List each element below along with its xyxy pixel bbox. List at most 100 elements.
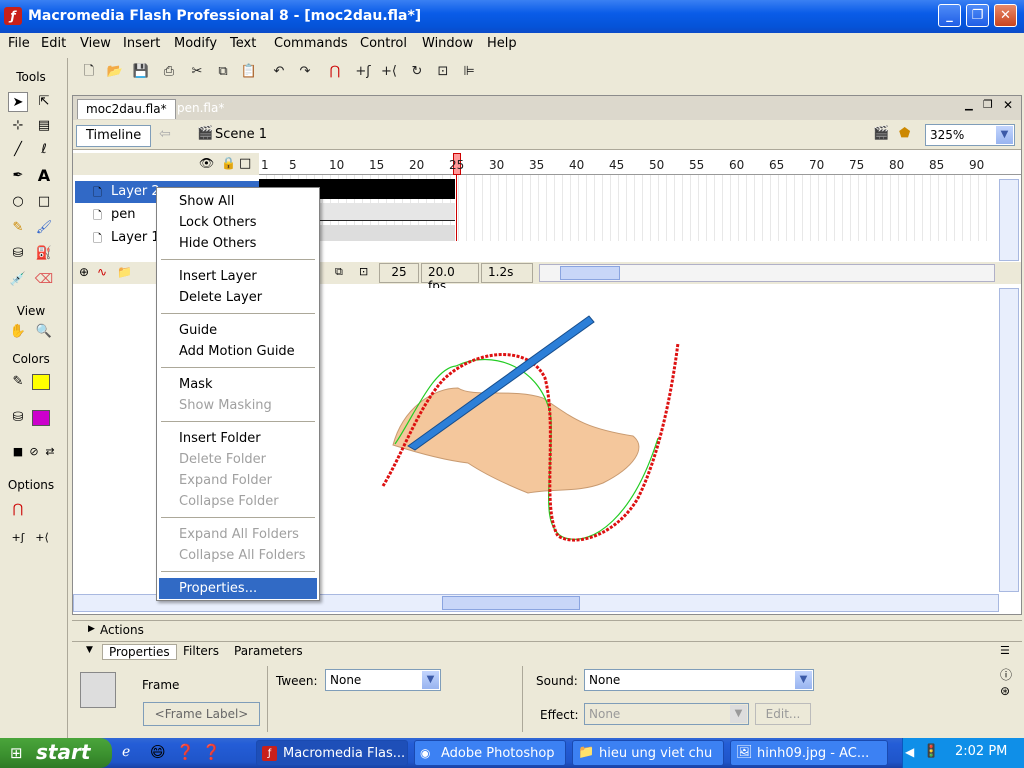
menu-mask[interactable]: Mask	[159, 374, 317, 395]
menu-text[interactable]: Text	[230, 36, 256, 51]
doc-close-icon[interactable]: ✕	[1003, 98, 1013, 112]
stage-vertical-scrollbar[interactable]	[999, 288, 1019, 592]
gradient-transform-icon[interactable]: ▤	[34, 116, 54, 136]
pencil-tool-icon[interactable]: ✎	[8, 218, 28, 238]
eyedropper-icon[interactable]: 💉	[8, 270, 28, 290]
menu-add-motion-guide[interactable]: Add Motion Guide	[159, 341, 317, 362]
lock-icon[interactable]: 🔒	[221, 156, 236, 170]
tween-select[interactable]: None ▼	[325, 669, 441, 691]
messenger-quicklaunch-icon[interactable]: 😄	[150, 743, 166, 761]
lasso-tool-icon[interactable]: ℓ	[34, 140, 54, 160]
frame-rate[interactable]: 20.0 fps	[421, 263, 479, 293]
task-flash[interactable]: Macromedia Flas...	[256, 740, 408, 766]
free-transform-icon[interactable]: ⊹	[8, 116, 28, 136]
scroll-thumb[interactable]	[442, 596, 580, 610]
zoom-tool-icon[interactable]: 🔍	[34, 322, 54, 342]
copy-icon[interactable]: ⧉	[214, 63, 232, 81]
doc-minimize-icon[interactable]: ▁	[965, 100, 973, 111]
arrow-tool-icon[interactable]: ➤	[8, 92, 28, 112]
line-tool-icon[interactable]: ╱	[8, 140, 28, 160]
help-quicklaunch-icon[interactable]: ❓	[176, 743, 195, 761]
menu-show-all[interactable]: Show All	[159, 191, 317, 212]
rotate-icon[interactable]: ↻	[408, 63, 426, 81]
straighten-option-icon[interactable]: +⟨	[32, 528, 52, 548]
save-icon[interactable]: 💾	[132, 63, 150, 81]
menu-lock-others[interactable]: Lock Others	[159, 212, 317, 233]
zoom-select[interactable]: 325% ▼	[925, 124, 1015, 146]
ie-quicklaunch-icon[interactable]: ℯ	[122, 744, 130, 760]
onion-skin-icon[interactable]: ⧉	[335, 265, 343, 279]
paint-bucket-icon[interactable]: ⛽	[34, 244, 54, 264]
brush-tool-icon[interactable]: 🖌	[34, 218, 54, 238]
menu-control[interactable]: Control	[360, 36, 407, 51]
menu-window[interactable]: Window	[422, 36, 473, 51]
menu-insert[interactable]: Insert	[123, 36, 160, 51]
help-icon[interactable]: ⓘ	[1000, 666, 1012, 683]
task-folder[interactable]: hieu ung viet chu	[572, 740, 724, 766]
menu-file[interactable]: File	[8, 36, 30, 51]
frame-label-input[interactable]: <Frame Label>	[143, 702, 260, 726]
snap-magnet-icon[interactable]: ⋂	[326, 63, 344, 81]
smooth-icon[interactable]: +ʃ	[354, 63, 372, 81]
clock[interactable]: 2:02 PM	[955, 744, 1007, 759]
traffic-light-icon[interactable]: 🚦	[923, 744, 939, 759]
frame-ruler[interactable]: 1 5 10 15 20 25 30 35 40 45 50 55 60 65 70 75 80 85 90	[259, 153, 1021, 175]
eye-icon[interactable]: 👁	[199, 156, 214, 170]
menu-help[interactable]: Help	[487, 36, 517, 51]
undo-icon[interactable]: ↶	[270, 63, 288, 81]
edit-scene-icon[interactable]: 🎬	[873, 126, 889, 141]
tab-properties[interactable]: Properties	[102, 644, 177, 660]
collapse-arrow-icon[interactable]: ▼	[86, 645, 93, 655]
edit-multiple-frames-icon[interactable]: ⊡	[359, 265, 368, 278]
snap-to-objects-icon[interactable]: ⋂	[8, 500, 28, 520]
smooth-option-icon[interactable]: +ʃ	[8, 528, 28, 548]
hand-tool-icon[interactable]: ✋	[8, 322, 28, 342]
timeline-horizontal-scrollbar[interactable]	[539, 264, 995, 282]
sound-select[interactable]: None ▼	[584, 669, 814, 691]
task-photoshop[interactable]: Adobe Photoshop	[414, 740, 566, 766]
fill-color-swatch[interactable]	[32, 410, 50, 426]
stroke-color-swatch[interactable]	[32, 374, 50, 390]
menu-delete-layer[interactable]: Delete Layer	[159, 287, 317, 308]
tray-expand-icon[interactable]: ◀	[905, 745, 914, 759]
doc-restore-icon[interactable]: ❐	[983, 98, 993, 111]
scroll-thumb[interactable]	[560, 266, 620, 280]
scene-label[interactable]: Scene 1	[215, 127, 267, 142]
close-button[interactable]: ✕	[994, 4, 1017, 27]
help2-quicklaunch-icon[interactable]: ❓	[202, 743, 221, 761]
insert-folder-icon[interactable]: 📁	[117, 265, 132, 279]
text-tool-icon[interactable]: A	[34, 166, 54, 186]
swap-colors-icon[interactable]: ⇄	[40, 442, 60, 462]
new-file-icon[interactable]: 🗋	[80, 63, 98, 81]
back-arrow-icon[interactable]: ⇦	[159, 126, 171, 142]
timeline-vertical-scrollbar[interactable]	[999, 179, 1019, 261]
panel-menu-icon[interactable]: ☰	[1000, 644, 1010, 657]
pen-tool-icon[interactable]: ✒	[8, 166, 28, 186]
redo-icon[interactable]: ↷	[296, 63, 314, 81]
maximize-button[interactable]: ❐	[966, 4, 989, 27]
subselect-tool-icon[interactable]: ⇱	[34, 92, 54, 112]
timeline-button[interactable]: Timeline	[76, 125, 152, 147]
edit-symbols-icon[interactable]: ⬟	[899, 126, 910, 141]
align-icon[interactable]: ⊫	[460, 63, 478, 81]
expand-arrow-icon[interactable]: ▶	[88, 624, 95, 634]
tab-parameters[interactable]: Parameters	[234, 644, 303, 658]
outline-icon[interactable]: □	[239, 156, 251, 171]
minimize-button[interactable]: _	[938, 4, 961, 27]
menu-edit[interactable]: Edit	[41, 36, 66, 51]
open-file-icon[interactable]: 📂	[106, 63, 124, 81]
accessibility-icon[interactable]: ⊛	[1000, 684, 1010, 698]
tab-moc2dau[interactable]: moc2dau.fla*	[77, 99, 176, 119]
paste-icon[interactable]: 📋	[240, 63, 258, 81]
tab-pen[interactable]: pen.fla*	[169, 99, 232, 119]
menu-guide[interactable]: Guide	[159, 320, 317, 341]
scale-icon[interactable]: ⊡	[434, 63, 452, 81]
straighten-icon[interactable]: +⟨	[380, 63, 398, 81]
rectangle-tool-icon[interactable]: □	[34, 192, 54, 212]
oval-tool-icon[interactable]: ○	[8, 192, 28, 212]
menu-insert-folder[interactable]: Insert Folder	[159, 428, 317, 449]
actions-label[interactable]: Actions	[100, 623, 144, 637]
frames-grid[interactable]	[259, 175, 989, 241]
insert-layer-icon[interactable]: ⊕	[79, 265, 89, 279]
menu-properties[interactable]: Properties...	[159, 578, 317, 599]
